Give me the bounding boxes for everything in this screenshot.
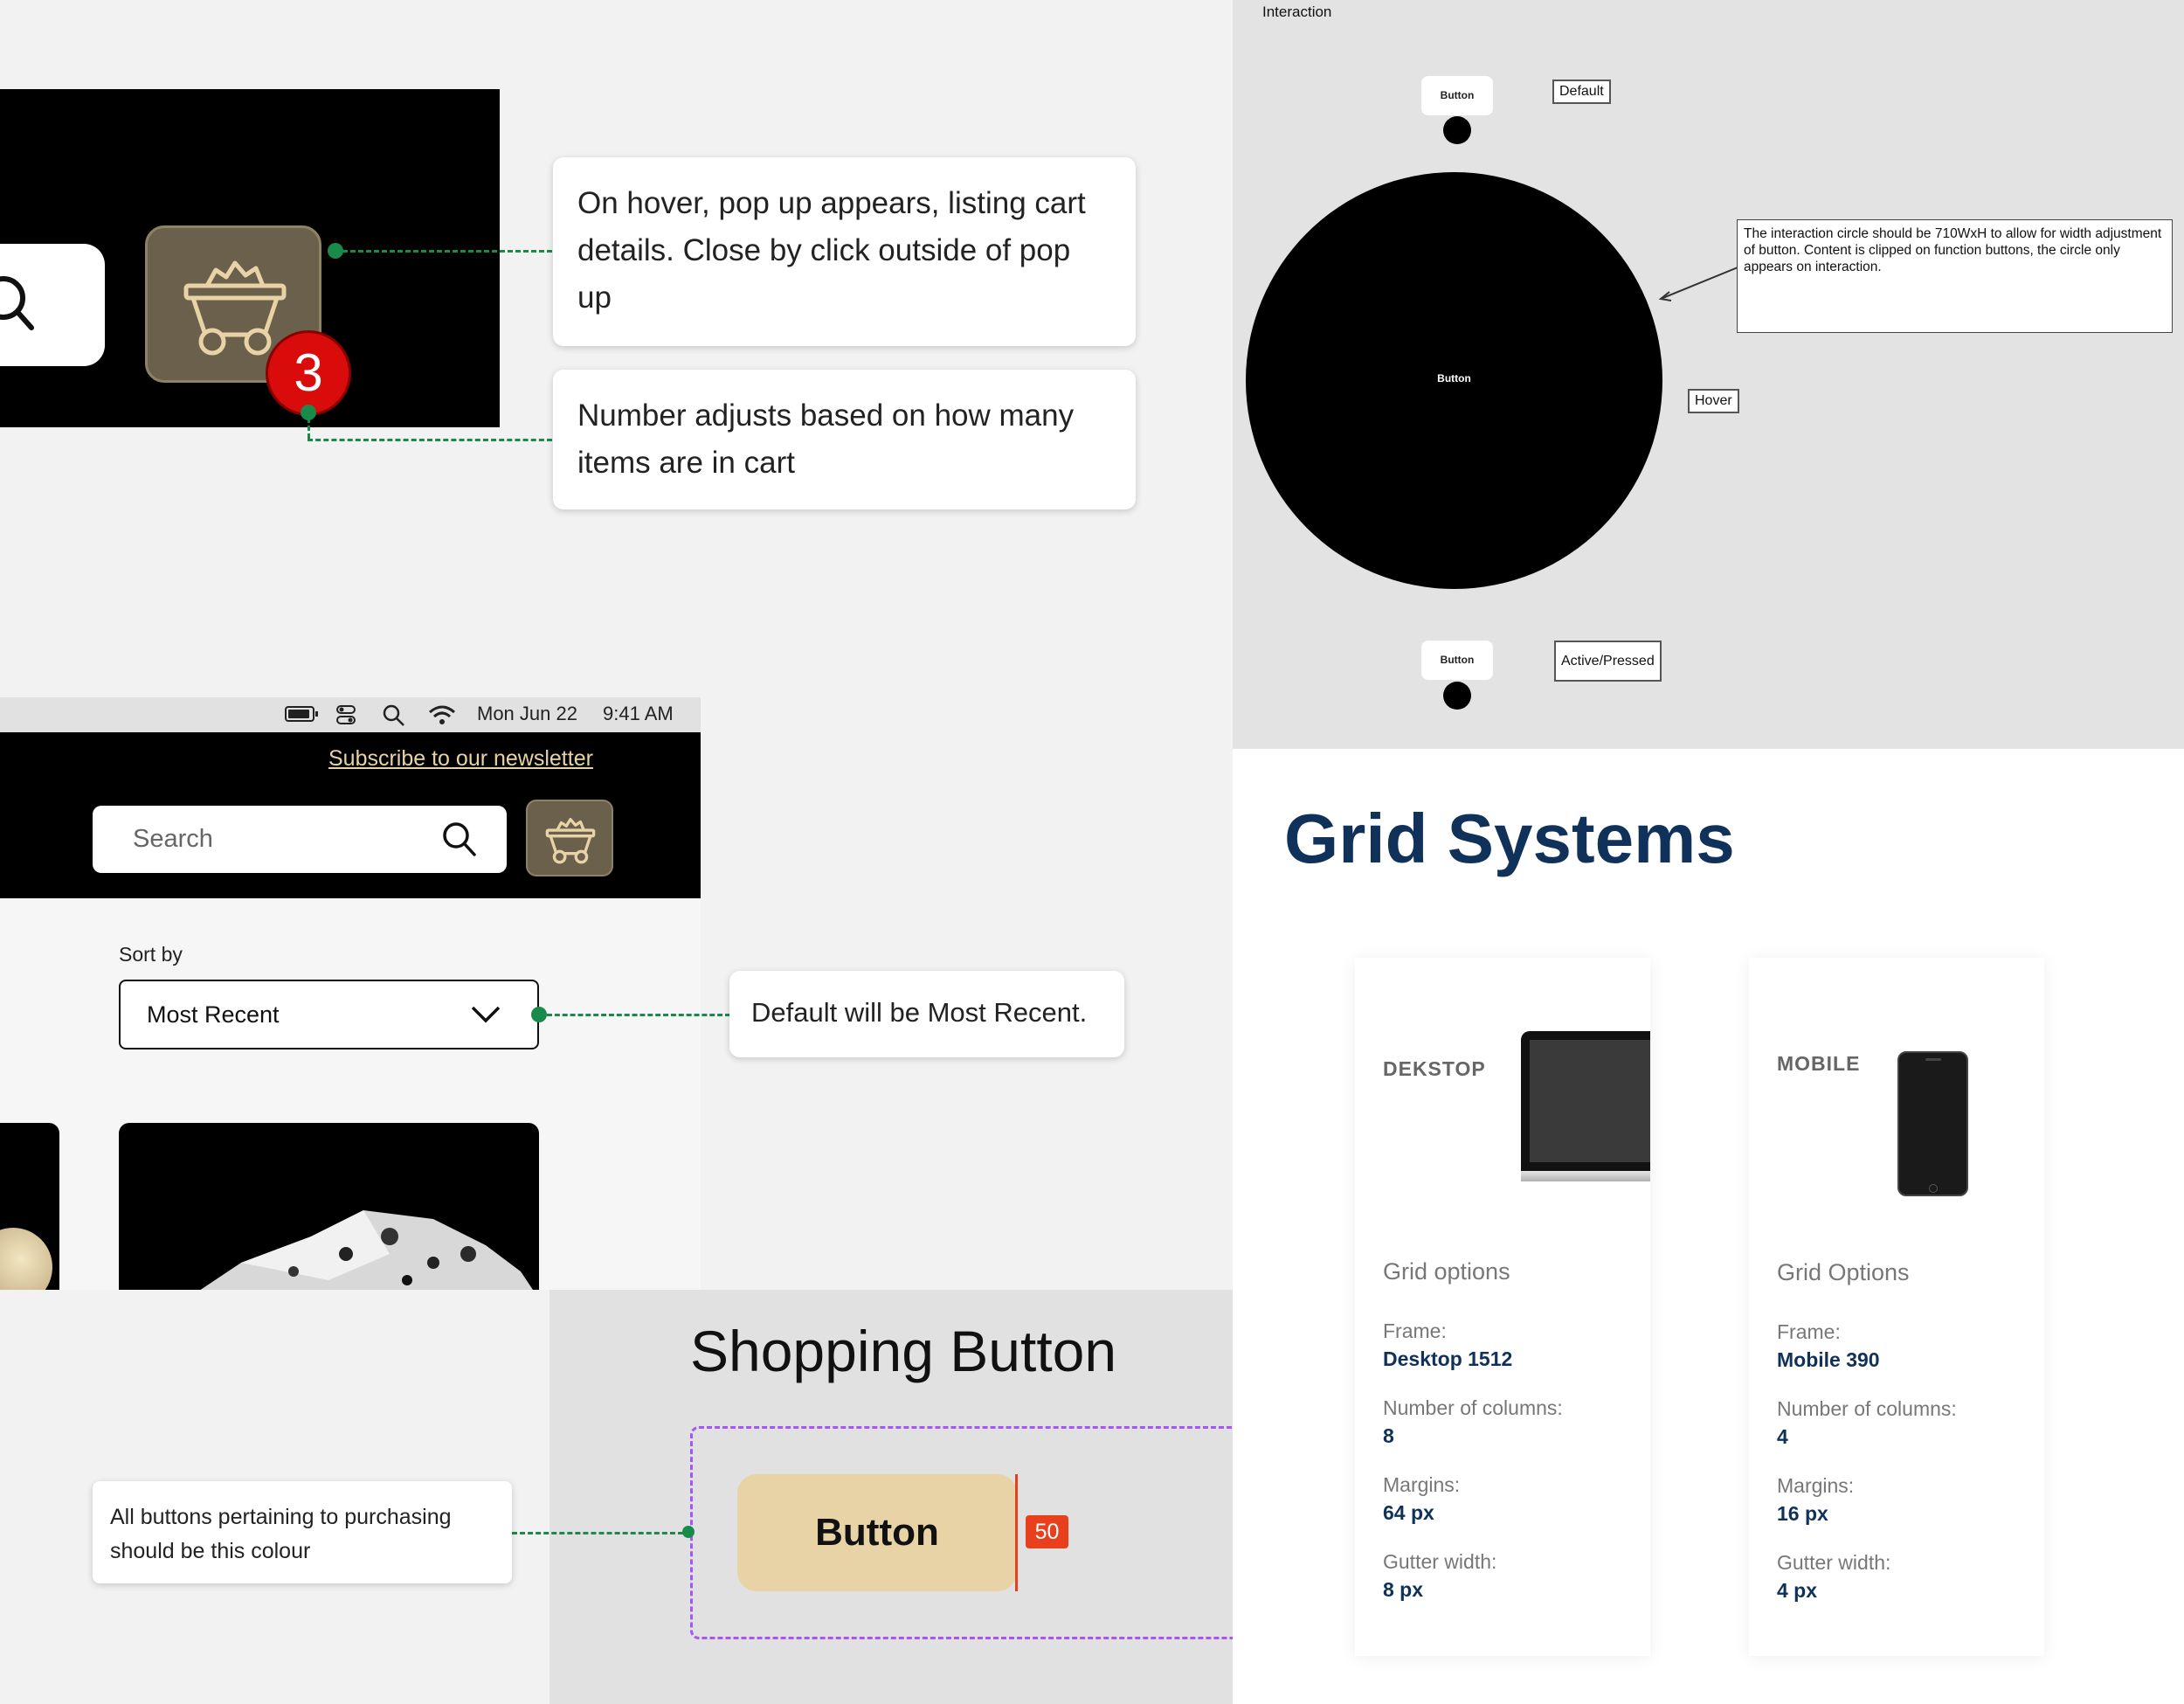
gutter-label: Gutter width:: [1383, 1550, 1497, 1573]
margins-value: 64 px: [1383, 1501, 1434, 1524]
frame-value: Mobile 390: [1777, 1348, 1880, 1371]
mac-menu-bar: Mon Jun 22 9:41 AM: [0, 697, 701, 732]
height-badge: 50: [1026, 1515, 1068, 1548]
active-button[interactable]: Button: [1421, 641, 1493, 680]
connector-dot: [682, 1526, 695, 1538]
interaction-panel: Interaction Button Default Button Hover …: [1233, 0, 2184, 749]
interaction-title: Interaction: [1262, 3, 1332, 20]
control-center-icon: [336, 705, 356, 724]
margins-value: 16 px: [1777, 1502, 1828, 1525]
search-box-partial[interactable]: [0, 244, 105, 366]
grid-systems-title: Grid Systems: [1284, 800, 1735, 877]
cart-preview-panel: 3: [0, 89, 500, 427]
default-button[interactable]: Button: [1421, 76, 1493, 115]
purchase-button[interactable]: Button: [737, 1474, 1017, 1591]
note-hover-popup: On hover, pop up appears, listing cart d…: [553, 157, 1136, 346]
frame-label: Frame:: [1777, 1320, 1841, 1343]
wifi-icon[interactable]: [428, 704, 456, 725]
frame-label: Frame:: [1383, 1320, 1447, 1342]
menu-bar-date: Mon Jun 22: [477, 703, 577, 724]
device-label-mobile: MOBILE: [1777, 1052, 1861, 1075]
note-purchase-colour: All buttons pertaining to purchasing sho…: [93, 1481, 512, 1583]
connector-line: [308, 418, 310, 439]
default-dot: [1443, 116, 1471, 144]
gutter-value: 8 px: [1383, 1578, 1424, 1601]
grid-card-mobile: MOBILE Grid Options Frame: Mobile 390 Nu…: [1749, 958, 2044, 1656]
hover-button-label: Button: [1437, 372, 1471, 384]
phone-image: [1897, 1051, 1968, 1196]
search-icon[interactable]: [442, 821, 477, 858]
product-thumbnail[interactable]: [0, 1123, 59, 1290]
mine-cart-icon: [545, 818, 596, 864]
connector-line: [547, 1014, 730, 1016]
connector-line: [308, 439, 552, 441]
connector-line: [512, 1532, 683, 1534]
note-sort-default: Default will be Most Recent.: [729, 971, 1124, 1057]
spotlight-search-icon[interactable]: [383, 704, 405, 727]
gutter-value: 4 px: [1777, 1579, 1818, 1602]
columns-value: 8: [1383, 1424, 1394, 1447]
margins-label: Margins:: [1383, 1473, 1461, 1496]
sort-label: Sort by: [119, 943, 183, 966]
grid-heading-mobile: Grid Options: [1777, 1259, 1910, 1285]
battery-icon: [285, 706, 318, 722]
menu-bar-time: 9:41 AM: [603, 703, 674, 724]
laptop-image: [1521, 1031, 1650, 1197]
chevron-down-icon: [471, 1006, 501, 1023]
search-icon: [0, 276, 34, 330]
interaction-note: The interaction circle should be 710WxH …: [1737, 219, 2173, 333]
grid-card-desktop: DEKSTOP Grid options Frame: Desktop 1512…: [1355, 958, 1650, 1656]
grid-heading-desktop: Grid options: [1383, 1258, 1510, 1285]
annotation-arrow: [1658, 263, 1747, 301]
header-search-field[interactable]: Search: [93, 806, 507, 873]
note-cart-number: Number adjusts based on how many items a…: [553, 370, 1136, 509]
sort-dropdown[interactable]: Most Recent: [119, 980, 539, 1049]
product-thumbnail[interactable]: [119, 1123, 539, 1290]
header-cart-button[interactable]: [526, 800, 613, 876]
cart-count-badge: 3: [266, 330, 351, 416]
active-dot: [1443, 682, 1471, 710]
state-label-active-pressed: Active/Pressed: [1554, 641, 1662, 682]
columns-label: Number of columns:: [1383, 1396, 1563, 1419]
sort-selected-value: Most Recent: [147, 1001, 280, 1028]
height-measure-line: [1015, 1474, 1018, 1591]
columns-label: Number of columns:: [1777, 1397, 1957, 1420]
frame-value: Desktop 1512: [1383, 1347, 1513, 1370]
connector-line: [342, 250, 552, 253]
state-label-default: Default: [1552, 80, 1611, 104]
search-placeholder: Search: [133, 825, 213, 853]
margins-label: Margins:: [1777, 1474, 1855, 1497]
mineral-specimen-image: [200, 1210, 533, 1290]
shopping-button-title: Shopping Button: [690, 1319, 1117, 1383]
site-header: Subscribe to our newsletter Search: [0, 732, 701, 898]
mine-cart-icon: [183, 260, 287, 356]
columns-value: 4: [1777, 1425, 1788, 1448]
interaction-circle[interactable]: Button: [1246, 172, 1662, 589]
connector-dot: [531, 1007, 547, 1022]
state-label-hover: Hover: [1688, 389, 1739, 413]
newsletter-link[interactable]: Subscribe to our newsletter: [328, 746, 593, 772]
connector-dot: [328, 243, 343, 259]
gutter-label: Gutter width:: [1777, 1551, 1891, 1574]
device-label-desktop: DEKSTOP: [1383, 1057, 1486, 1080]
